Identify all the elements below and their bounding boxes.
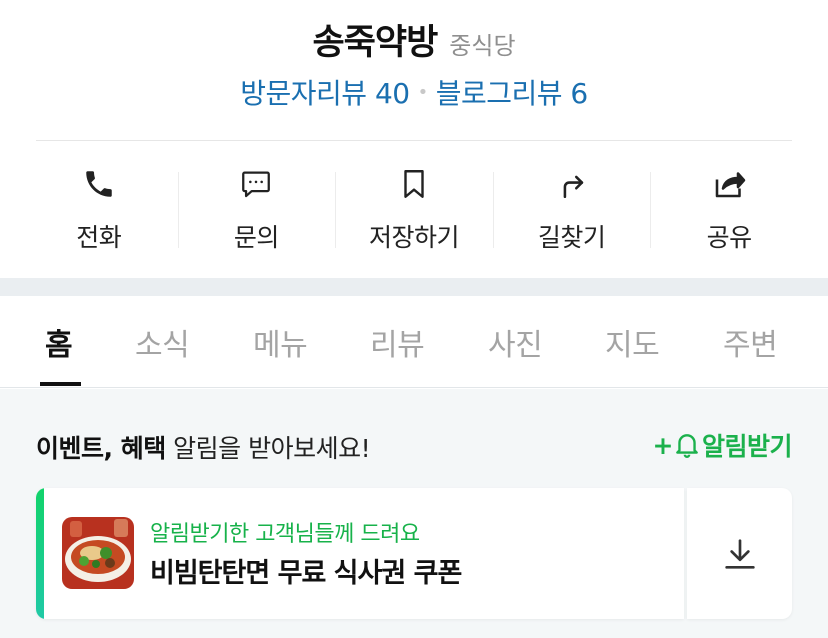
tab-reviews[interactable]: 리뷰: [370, 320, 425, 364]
coupon-download-button[interactable]: [687, 488, 792, 619]
section-gap: [0, 278, 828, 296]
notice-title: 이벤트, 혜택 알림을 받아보세요!: [36, 429, 371, 465]
active-tab-indicator: [40, 382, 81, 386]
share-icon: [709, 164, 749, 204]
coupon-card[interactable]: 알림받기한 고객님들께 드려요 비빔탄탄면 무료 식사권 쿠폰: [36, 488, 684, 619]
notice-title-rest: 알림을 받아보세요!: [165, 434, 371, 463]
download-icon: [720, 534, 760, 574]
save-label: 저장하기: [368, 223, 460, 252]
tab-map[interactable]: 지도: [605, 320, 660, 364]
call-button[interactable]: 전화: [20, 160, 178, 260]
share-label: 공유: [706, 223, 753, 252]
coupon-accent-bar: [36, 488, 44, 619]
bookmark-icon: [394, 164, 434, 204]
blog-reviews-link[interactable]: 블로그리뷰 6: [436, 77, 589, 110]
coupon-title: 비빔탄탄면 무료 식사권 쿠폰: [150, 558, 462, 589]
tab-news[interactable]: 소식: [135, 320, 190, 364]
place-header: 송죽약방 중식당 방문자리뷰 40 • 블로그리뷰 6 전화 문의 저장하기 길…: [0, 0, 828, 278]
inquiry-label: 문의: [233, 223, 280, 252]
coupon-subtitle: 알림받기한 고객님들께 드려요: [150, 522, 420, 547]
action-bar: 전화 문의 저장하기 길찾기 공유: [20, 160, 808, 260]
bell-icon: [674, 431, 700, 459]
save-button[interactable]: 저장하기: [335, 160, 493, 260]
call-label: 전화: [76, 223, 122, 252]
header-divider: [36, 140, 792, 141]
place-name: 송죽약방: [312, 23, 438, 63]
directions-label: 길찾기: [537, 223, 606, 252]
tab-menu[interactable]: 메뉴: [253, 320, 308, 364]
chat-bubble-icon: [236, 164, 276, 204]
tab-bar: 홈 소식 메뉴 리뷰 사진 지도 주변: [0, 296, 828, 388]
notify-button[interactable]: + 알림받기: [652, 427, 793, 463]
directions-icon: [552, 164, 592, 204]
tab-photos[interactable]: 사진: [488, 320, 543, 364]
notice-title-bold: 이벤트, 혜택: [36, 434, 166, 463]
share-button[interactable]: 공유: [650, 160, 808, 260]
tab-nearby[interactable]: 주변: [723, 320, 778, 364]
title-row: 송죽약방 중식당: [0, 14, 828, 65]
coupon-food-image: [62, 517, 134, 589]
event-notice-section: 이벤트, 혜택 알림을 받아보세요! + 알림받기 알림받기한 고객님들께 드려…: [0, 389, 828, 638]
directions-button[interactable]: 길찾기: [492, 160, 651, 260]
inquiry-button[interactable]: 문의: [177, 160, 336, 260]
review-separator: •: [417, 82, 429, 103]
review-links: 방문자리뷰 40 • 블로그리뷰 6: [0, 72, 828, 112]
tab-home[interactable]: 홈: [45, 320, 73, 364]
notify-label: 알림받기: [701, 432, 793, 461]
visitor-reviews-link[interactable]: 방문자리뷰 40: [240, 77, 410, 110]
place-category: 중식당: [449, 32, 516, 60]
phone-icon: [79, 164, 119, 204]
notify-plus: +: [652, 430, 674, 460]
